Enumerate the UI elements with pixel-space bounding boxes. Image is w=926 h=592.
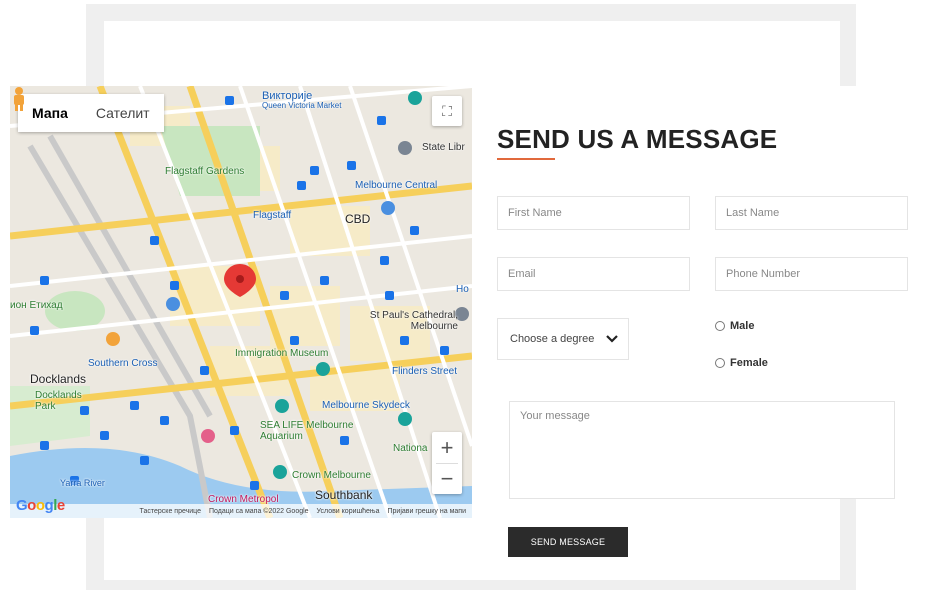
map-label-state-library: State Libr — [422, 142, 465, 153]
map-data-attribution: Подаци са мапа ©2022 Google — [209, 507, 309, 515]
last-name-field[interactable] — [715, 196, 908, 230]
message-field[interactable] — [509, 401, 895, 499]
zoom-out-button[interactable]: − — [432, 464, 462, 494]
map-label-immigration-museum: Immigration Museum — [235, 348, 329, 359]
map-label-skydeck: Melbourne Skydeck — [322, 400, 410, 411]
degree-select[interactable]: Choose a degree — [497, 318, 629, 360]
map-label-etihad: ион Етихад — [10, 300, 63, 311]
gender-female-label: Female — [730, 357, 768, 369]
send-message-button[interactable]: SEND MESSAGE — [508, 527, 628, 557]
zoom-in-button[interactable]: + — [432, 433, 462, 463]
map-label-flagstaff: Flagstaff — [253, 210, 292, 221]
form-title: SEND US A MESSAGE — [497, 124, 778, 154]
map-label-docklands-park: Docklands Park — [35, 390, 82, 412]
first-name-field[interactable] — [497, 196, 690, 230]
map-type-control: Мапа Сателит — [18, 94, 164, 132]
map-label-national: Nationa — [393, 443, 428, 454]
google-logo: Google — [16, 497, 65, 514]
degree-select-value: Choose a degree — [510, 333, 595, 345]
zoom-control: + − — [432, 432, 462, 494]
gender-male-radio[interactable]: Male — [715, 320, 754, 332]
map-label-st-pauls: St Paul's Cathedral, Melbourne — [369, 310, 458, 332]
phone-field[interactable] — [715, 257, 908, 291]
map-footer: Тастерске пречице Подаци са мапа ©2022 G… — [10, 504, 472, 518]
minus-icon: − — [440, 465, 454, 491]
email-field[interactable] — [497, 257, 690, 291]
plus-icon: + — [440, 434, 454, 460]
map-label-ho: Ho — [456, 284, 469, 295]
map-label-cbd: CBD — [345, 212, 371, 226]
google-map[interactable]: Викторије Queen Victoria Market State Li… — [10, 86, 472, 518]
terms-link[interactable]: Услови коришћења — [317, 508, 380, 515]
fullscreen-icon: ⛶ — [442, 102, 452, 119]
map-label-melbourne-central: Melbourne Central — [355, 180, 438, 191]
radio-circle-icon — [715, 358, 725, 368]
pegman-icon[interactable] — [10, 86, 28, 112]
chevron-down-icon — [606, 332, 618, 346]
gender-female-radio[interactable]: Female — [715, 357, 768, 369]
map-label-flagstaff-gardens: Flagstaff Gardens — [165, 166, 245, 177]
map-label-sea-life: SEA LIFE Melbourne Aquarium — [260, 420, 354, 442]
map-label-victoria-market: Queen Victoria Market — [262, 101, 342, 110]
title-underline — [497, 158, 555, 160]
map-label-docklands: Docklands — [30, 372, 87, 386]
gender-male-label: Male — [730, 320, 755, 332]
map-label-southbank: Southbank — [315, 488, 373, 502]
map-label-crown: Crown Melbourne — [292, 470, 371, 481]
map-type-satellite-button[interactable]: Сателит — [81, 94, 164, 132]
keyboard-shortcuts-link[interactable]: Тастерске пречице — [140, 508, 201, 515]
fullscreen-button[interactable]: ⛶ — [432, 96, 462, 126]
map-label-southern-cross: Southern Cross — [88, 358, 158, 369]
map-label-flinders: Flinders Street — [392, 366, 458, 377]
report-error-link[interactable]: Пријави грешку на мапи — [387, 508, 466, 515]
map-label-yarra: Yarra River — [60, 478, 105, 488]
radio-circle-icon — [715, 321, 725, 331]
